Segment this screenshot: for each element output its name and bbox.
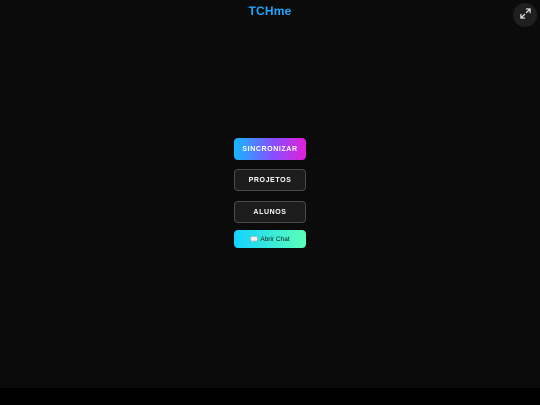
app-title: TCHme (248, 4, 292, 18)
sync-button[interactable]: SINCRONIZAR (234, 138, 306, 160)
projects-button[interactable]: PROJETOS (234, 169, 306, 191)
open-chat-button[interactable]: Abrir Chat (234, 230, 306, 248)
bottom-bar (0, 388, 540, 405)
app-window: TCHme SINCRONIZAR PROJETOS ALUNOS Abrir … (0, 0, 540, 388)
fullscreen-button[interactable] (513, 3, 537, 27)
chat-bubble-icon (250, 235, 259, 243)
open-chat-label: Abrir Chat (260, 235, 290, 243)
expand-icon (519, 6, 531, 24)
main-menu: SINCRONIZAR PROJETOS ALUNOS Abrir Chat (234, 138, 306, 248)
students-button[interactable]: ALUNOS (234, 201, 306, 223)
